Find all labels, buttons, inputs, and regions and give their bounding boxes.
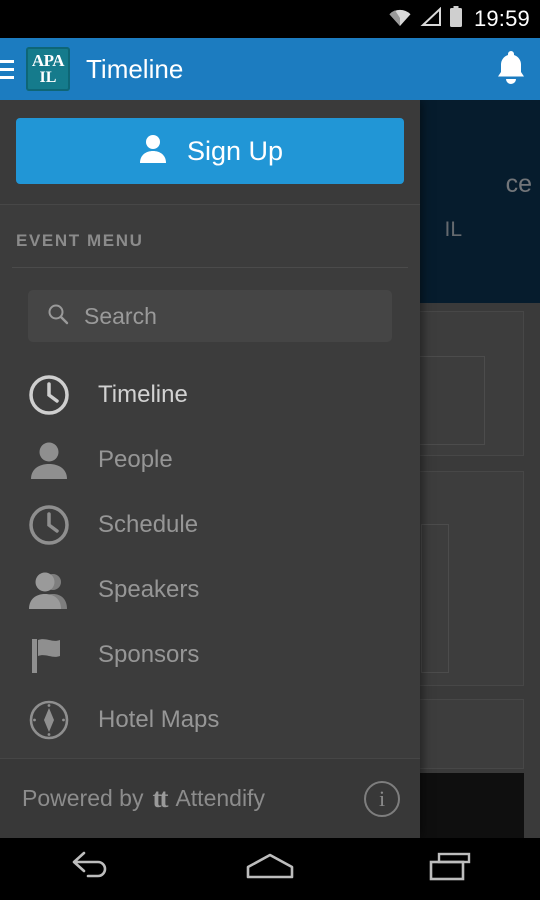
app-logo: APA IL — [26, 47, 70, 91]
android-nav-bar — [0, 838, 540, 900]
clock-circle-icon — [26, 502, 72, 548]
navigation-drawer: Sign Up EVENT MENU Search Timeline Peopl… — [0, 100, 420, 838]
notifications-button[interactable] — [482, 38, 540, 100]
cell-signal-icon — [420, 6, 442, 32]
event-menu-heading: EVENT MENU — [16, 231, 144, 250]
search-placeholder: Search — [84, 302, 157, 329]
compass-icon — [26, 697, 72, 743]
drawer-search-wrap: Search — [0, 268, 420, 348]
powered-by-brand: Attendify — [175, 785, 265, 811]
app-logo-line2: IL — [39, 69, 57, 86]
search-icon — [46, 302, 70, 331]
drawer-footer: Powered by tt Attendify i — [0, 758, 420, 838]
person-icon — [137, 132, 169, 171]
menu-item-label: Hotel Maps — [98, 705, 220, 733]
sign-up-label: Sign Up — [186, 135, 284, 166]
menu-item-timeline[interactable]: Timeline — [0, 362, 420, 427]
flag-icon — [26, 632, 72, 678]
menu-item-schedule[interactable]: Schedule — [0, 492, 420, 557]
speakers-icon — [26, 567, 72, 613]
drawer-header: Sign Up — [0, 100, 420, 205]
powered-by-prefix: Powered by — [22, 785, 144, 811]
hamburger-menu-icon[interactable] — [0, 59, 14, 79]
clock-circle-icon — [26, 372, 72, 418]
menu-item-sponsors[interactable]: Sponsors — [0, 622, 420, 687]
phone-screen: 19:59 ce IL ent, and 11m — [0, 0, 540, 900]
recents-icon — [425, 850, 475, 889]
status-bar: 19:59 — [0, 0, 540, 38]
battery-icon — [449, 5, 463, 33]
person-icon — [26, 437, 72, 483]
menu-item-label: People — [98, 445, 173, 473]
recents-button[interactable] — [395, 838, 505, 900]
app-bar: APA IL Timeline — [0, 38, 540, 100]
back-button[interactable] — [35, 838, 145, 900]
menu-item-speakers[interactable]: Speakers — [0, 557, 420, 622]
attendify-logo-icon: tt — [152, 783, 168, 813]
back-icon — [67, 850, 113, 889]
menu-item-label: Sponsors — [98, 640, 200, 668]
menu-item-label: Schedule — [98, 510, 199, 538]
powered-by[interactable]: Powered by tt Attendify — [22, 783, 364, 814]
search-input[interactable]: Search — [28, 290, 392, 342]
bell-icon — [493, 48, 529, 91]
menu-item-people[interactable]: People — [0, 427, 420, 492]
home-button[interactable] — [215, 838, 325, 900]
page-title: Timeline — [86, 53, 184, 84]
wifi-icon — [387, 7, 413, 32]
home-icon — [242, 850, 298, 889]
info-icon[interactable]: i — [364, 780, 400, 817]
menu-item-label: Timeline — [98, 380, 188, 408]
drawer-menu: Timeline People Schedule Speakers Sponso… — [0, 348, 420, 758]
menu-item-hotel-maps[interactable]: Hotel Maps — [0, 687, 420, 752]
status-time: 19:59 — [473, 6, 530, 31]
menu-item-label: Speakers — [98, 575, 200, 603]
app-logo-line1: APA — [31, 51, 65, 70]
sign-up-button[interactable]: Sign Up — [16, 118, 404, 184]
